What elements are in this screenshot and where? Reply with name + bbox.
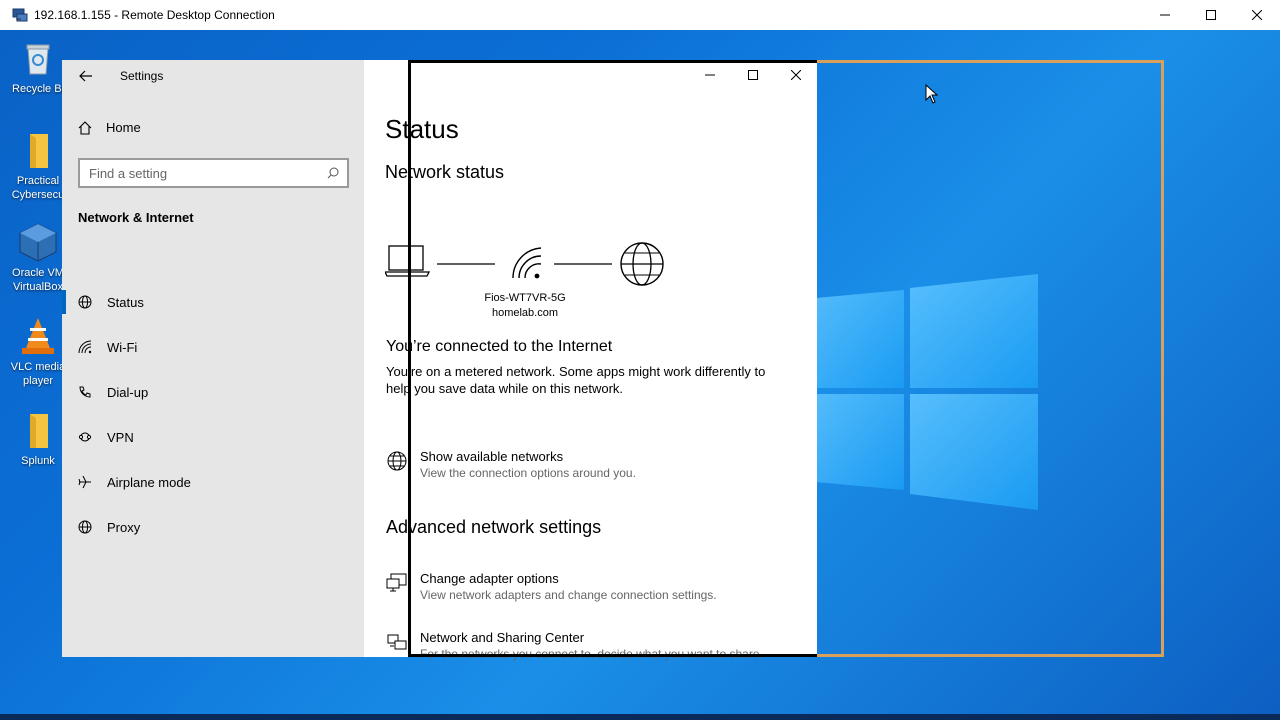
rdp-close-button[interactable] [1234,0,1280,30]
page-title: Status [385,114,459,144]
sidebar-item-label: Proxy [107,519,141,535]
sidebar-item-vpn[interactable]: VPN [62,417,364,457]
rdp-maximize-button[interactable] [1188,0,1234,30]
adapter-icon [386,573,407,592]
link-title: Show available networks [420,449,564,464]
settings-window: Settings Home Network & Internet Status … [62,60,817,661]
rdp-title-bar: 192.168.1.155 - Remote Desktop Connectio… [0,0,1280,30]
settings-sidebar: Settings Home Network & Internet Status … [62,60,364,657]
title-row: Settings [62,60,364,92]
remote-desktop-icon [12,8,28,22]
network-ssid: Fios-WT7VR-5G [484,292,566,304]
sidebar-item-status[interactable]: Status [62,282,364,322]
rdp-window-title: 192.168.1.155 - Remote Desktop Connectio… [34,8,275,22]
airplane-icon [78,475,91,489]
wifi-icon [78,340,92,354]
link-subtitle: View the connection options around you. [420,466,636,480]
settings-search-box[interactable] [78,158,349,188]
remote-desktop: Recycle Bi Practical Cybersecu Oracle VM… [0,30,1280,720]
sidebar-item-wifi[interactable]: Wi-Fi [62,327,364,367]
network-sharing-center-link[interactable]: Network and Sharing Center For the netwo… [386,629,763,663]
minimize-icon [704,74,715,76]
virtualbox-icon [19,223,57,262]
globe-icon [78,520,92,534]
maximize-icon [1206,10,1216,20]
phone-icon [79,386,91,398]
minimize-icon [1160,14,1170,16]
network-name-label: Fios-WT7VR-5G homelab.com [470,291,580,321]
search-icon [327,167,339,179]
change-adapter-options-link[interactable]: Change adapter options View network adap… [386,570,717,604]
link-title: Network and Sharing Center [420,630,585,645]
advanced-settings-header: Advanced network settings [386,517,602,537]
sidebar-item-label: Status [107,294,144,310]
sidebar-item-airplane-mode[interactable]: Airplane mode [62,462,364,502]
home-nav-item[interactable]: Home [78,120,141,135]
sidebar-item-label: VPN [107,429,134,445]
sidebar-item-proxy[interactable]: Proxy [62,507,364,547]
link-subtitle: For the networks you connect to, decide … [420,647,763,661]
sidebar-item-dial-up[interactable]: Dial-up [62,372,364,412]
settings-content: Status Network status Fios-WT7VR-5G home… [364,60,817,661]
sidebar-item-label: Wi-Fi [107,339,138,355]
connection-status-description: You’re on a metered network. Some apps m… [386,364,766,396]
vpn-icon [78,432,92,442]
sharing-icon [387,634,407,650]
maximize-icon [747,70,758,80]
laptop-icon [385,245,431,277]
back-button[interactable] [62,60,110,92]
folder-icon [30,134,48,168]
recycle-bin-icon [26,44,50,75]
close-icon [790,70,801,80]
network-status-header: Network status [385,162,505,182]
section-header: Network & Internet [78,210,194,225]
network-domain: homelab.com [491,307,559,319]
link-subtitle: View network adapters and change connect… [420,588,717,602]
vlc-icon [22,318,54,354]
wifi-icon [512,247,542,279]
mouse-cursor-icon [925,84,939,104]
sidebar-item-label: Airplane mode [107,474,191,490]
globe-icon [78,295,92,309]
close-button[interactable] [774,60,817,90]
connection-status-header: You’re connected to the Internet [386,338,613,355]
settings-app-title: Settings [120,69,164,83]
taskbar-edge [0,714,1280,720]
sidebar-item-label: Dial-up [107,384,149,400]
globe-icon [387,451,407,471]
rdp-minimize-button[interactable] [1142,0,1188,30]
show-available-networks-link[interactable]: Show available networks View the connect… [386,448,636,482]
home-label: Home [106,120,141,135]
globe-icon [620,242,664,286]
settings-search-input[interactable] [89,165,319,181]
close-icon [1252,10,1262,20]
maximize-button[interactable] [731,60,774,90]
link-title: Change adapter options [420,571,559,586]
back-arrow-icon [79,70,92,82]
minimize-button[interactable] [688,60,731,90]
folder-icon [30,414,48,448]
home-icon [78,120,92,135]
